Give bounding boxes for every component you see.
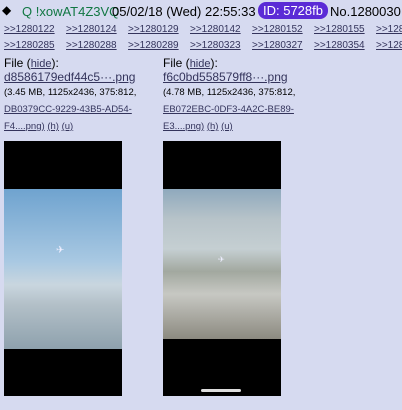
file-label: File (163, 56, 183, 70)
file-title: File (hide): (4, 56, 59, 70)
original-filename-link[interactable]: DB0379CC-9229-43B5-AD54- (4, 104, 132, 115)
backlink[interactable]: >>1280327 (252, 40, 303, 51)
file-info-2: File (hide): f6c0bd558579ff8···.png (4.7… (163, 56, 323, 135)
image-thumbnail-1[interactable]: ✈ (4, 141, 122, 396)
backlink-list: >>1280122 >>1280124 >>1280129 >>1280142 … (4, 24, 402, 56)
backlink[interactable]: >>1280129 (128, 24, 179, 35)
backlink-row: >>1280122 >>1280124 >>1280129 >>1280142 … (4, 24, 402, 40)
poster-tripcode: Q !xowAT4Z3VQ (22, 4, 120, 19)
unique-link[interactable]: (u) (221, 121, 233, 132)
toggle-icon[interactable]: ◆ (2, 3, 11, 17)
backlink[interactable]: >>1280285 (4, 40, 55, 51)
file-name-link[interactable]: f6c0bd558579ff8···.png (163, 70, 288, 84)
file-title: File (hide): (163, 56, 218, 70)
backlink[interactable]: >>1280122 (4, 24, 55, 35)
backlink[interactable]: >>1280354 (314, 40, 365, 51)
hash-link[interactable]: (h) (207, 121, 219, 132)
image-thumbnail-2[interactable]: ✈ (163, 141, 281, 396)
backlink[interactable]: >>128 (376, 40, 402, 51)
airplane-icon: ✈ (218, 255, 225, 264)
backlink-row: >>1280285 >>1280288 >>1280289 >>1280323 … (4, 40, 402, 56)
file-meta: (4.78 MB, 1125x2436, 375:812, EB072EBC-0… (163, 84, 323, 135)
backlink[interactable]: >>1280152 (252, 24, 303, 35)
backlink[interactable]: >>1280288 (66, 40, 117, 51)
original-filename-link[interactable]: EB072EBC-0DF3-4A2C-BE89- (163, 104, 294, 115)
post-header: ◆ Q !xowAT4Z3VQ 05/02/18 (Wed) 22:55:33 … (0, 0, 402, 22)
hash-link[interactable]: (h) (47, 121, 59, 132)
backlink[interactable]: >>1280323 (190, 40, 241, 51)
home-indicator (201, 389, 241, 392)
file-meta: (3.45 MB, 1125x2436, 375:812, DB0379CC-9… (4, 84, 164, 135)
hide-link[interactable]: hide (190, 58, 211, 70)
backlink[interactable]: >>1280155 (314, 24, 365, 35)
backlink[interactable]: >>1280142 (190, 24, 241, 35)
unique-link[interactable]: (u) (62, 121, 74, 132)
file-info-1: File (hide): d8586179edf44c5···.png (3.4… (4, 56, 164, 135)
original-filename-link-end[interactable]: E3....png) (163, 121, 204, 132)
file-meta-size: (3.45 MB, 1125x2436, 375:812, (4, 87, 137, 98)
original-filename-link-end[interactable]: F4....png) (4, 121, 45, 132)
poster-id-badge[interactable]: ID: 5728fb (258, 2, 328, 19)
backlink[interactable]: >>1280124 (66, 24, 117, 35)
backlink[interactable]: >>1280289 (128, 40, 179, 51)
file-name-link[interactable]: d8586179edf44c5···.png (4, 70, 135, 84)
file-label: File (4, 56, 24, 70)
post-date: 05/02/18 (Wed) 22:55:33 (112, 4, 256, 19)
airplane-icon: ✈ (56, 245, 65, 256)
post-number[interactable]: No.1280030 (330, 4, 401, 19)
sky-photo (4, 189, 122, 349)
backlink[interactable]: >>128 (376, 24, 402, 35)
hide-link[interactable]: hide (31, 58, 52, 70)
file-meta-size: (4.78 MB, 1125x2436, 375:812, (163, 87, 296, 98)
bay-photo (163, 189, 281, 339)
